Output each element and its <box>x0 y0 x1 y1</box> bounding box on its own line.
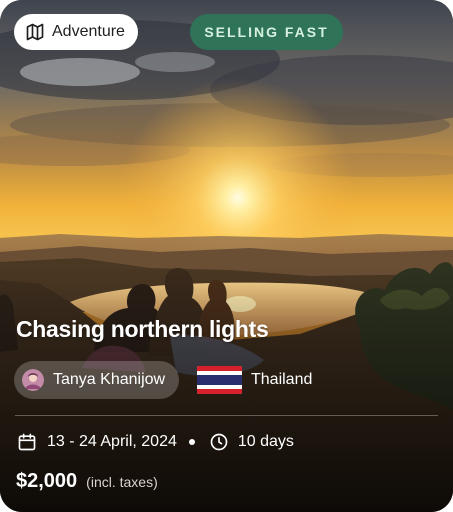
price-note: (incl. taxes) <box>86 474 158 490</box>
author-chip[interactable]: Tanya Khanijow <box>14 361 180 399</box>
clock-icon <box>210 433 228 451</box>
divider <box>15 415 438 416</box>
trip-title: Chasing northern lights <box>16 316 269 342</box>
thailand-flag-icon <box>197 366 242 394</box>
trip-dates: 13 - 24 April, 2024 <box>47 433 177 450</box>
category-chip-adventure[interactable]: Adventure <box>14 14 138 50</box>
price-amount: $2,000 <box>16 470 78 492</box>
avatar <box>22 369 44 391</box>
trip-card[interactable]: Adventure SELLING FAST Chasing northern … <box>0 0 453 512</box>
country-name: Thailand <box>251 371 313 388</box>
calendar-icon <box>18 433 36 451</box>
author-name: Tanya Khanijow <box>53 371 166 388</box>
country-info: Thailand <box>197 366 312 394</box>
category-label: Adventure <box>52 23 125 40</box>
trip-duration: 10 days <box>237 433 294 450</box>
separator-dot <box>188 439 195 445</box>
map-icon <box>26 23 44 41</box>
trip-details: 13 - 24 April, 2024 10 days <box>17 432 294 452</box>
price-row: $2,000 (incl. taxes) <box>16 470 158 493</box>
selling-fast-badge: SELLING FAST <box>190 14 343 50</box>
